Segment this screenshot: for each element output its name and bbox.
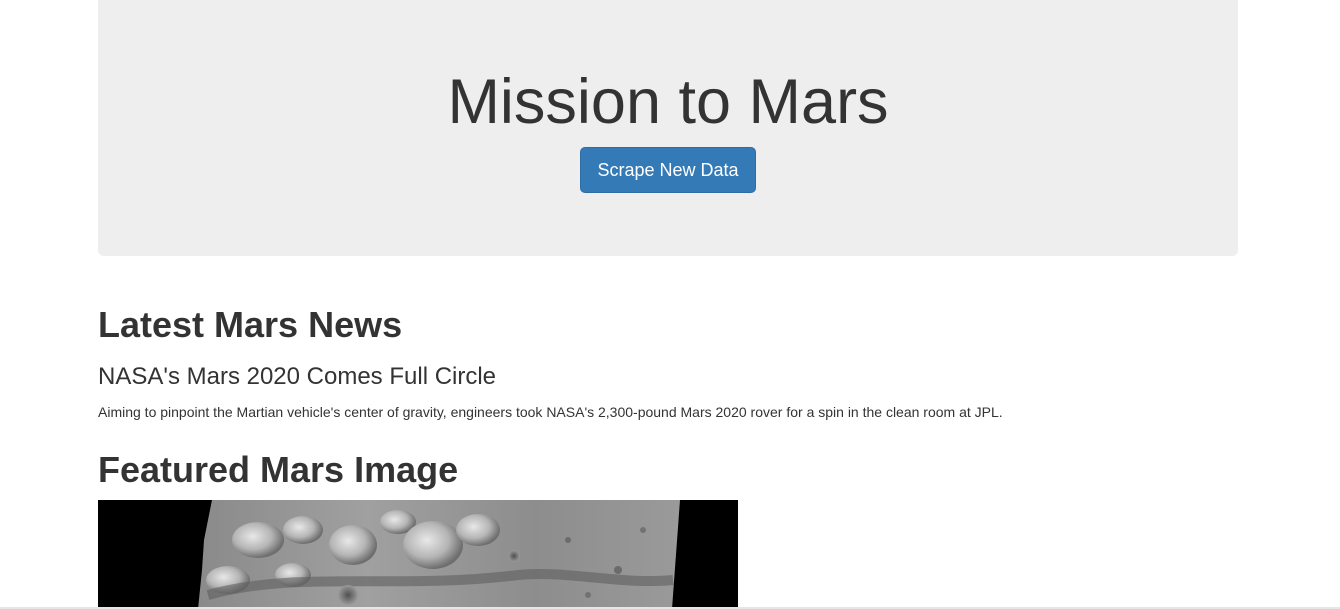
page-container: Mission to Mars Scrape New Data Latest M… [98,0,1238,609]
latest-news-heading: Latest Mars News [98,304,403,345]
mars-surface-picture [98,500,738,609]
featured-image-heading: Featured Mars Image [98,449,459,490]
page-title: Mission to Mars [447,67,889,137]
news-teaser: Aiming to pinpoint the Martian vehicle's… [98,404,1003,420]
news-headline: NASA's Mars 2020 Comes Full Circle [98,363,497,390]
scrape-new-data-button[interactable]: Scrape New Data [580,147,756,193]
header-jumbotron: Mission to Mars Scrape New Data [98,0,1238,256]
featured-mars-image [98,500,738,609]
